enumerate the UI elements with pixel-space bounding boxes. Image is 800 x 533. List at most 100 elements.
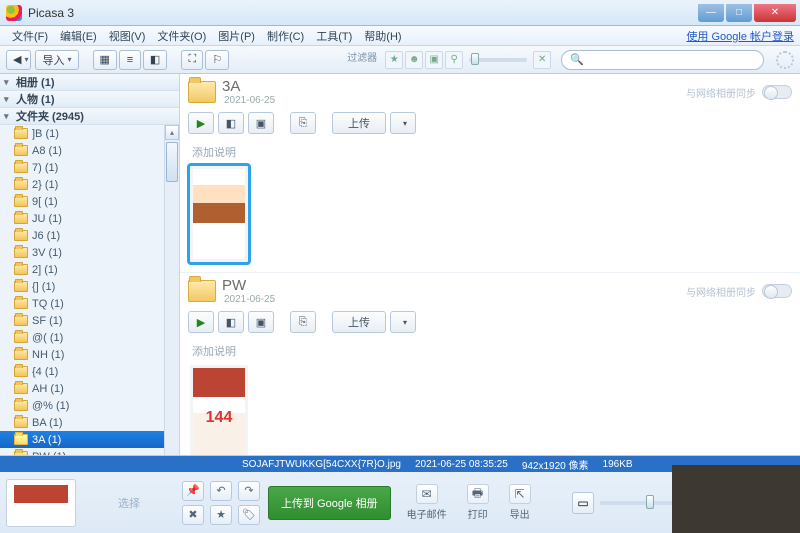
folder-label: TQ (1) [32,298,64,310]
folder-icon [188,280,216,302]
sidebar-section-folders[interactable]: ▾文件夹 (2945) [0,108,179,125]
zoom-fit-button[interactable]: ▭ [572,492,594,514]
filter-clear-button[interactable]: ✕ [533,51,551,69]
rotate-ccw-button[interactable]: ↶ [210,481,232,501]
menu-create[interactable]: 制作(C) [261,26,310,46]
folder-item[interactable]: AH (1) [0,380,164,397]
google-login-link[interactable]: 使用 Google 帐户登录 [686,28,794,44]
folder-icon [14,315,28,326]
album-description-input[interactable]: 添加说明 [192,144,792,160]
sync-toggle[interactable] [762,85,792,99]
scroll-thumb[interactable] [166,142,178,182]
view-people-button[interactable]: ⛶ [181,50,203,70]
filter-star-button[interactable]: ★ [385,51,403,69]
print-button[interactable]: 🖶打印 [467,484,489,521]
folder-item[interactable]: BA (1) [0,414,164,431]
sidebar-scrollbar[interactable]: ▴ ▾ [164,125,179,455]
close-button[interactable]: ✕ [754,4,796,22]
tag-button[interactable]: 🏷 [238,505,260,525]
maximize-button[interactable]: □ [726,4,752,22]
folder-icon [14,417,28,428]
toolbar: ◀▾ 导入▾ ▦ ≡ ◧ ⛶ ⚐ 过滤器 ★ ☻ ▣ ⚲ ✕ 🔍 [0,46,800,74]
folder-label: 9[ (1) [32,196,58,208]
sidebar-section-people[interactable]: ▾人物 (1) [0,91,179,108]
create-collage-button[interactable]: ◧ [218,311,244,333]
album-title[interactable]: PW [222,277,275,294]
folder-icon [14,128,28,139]
view-timeline-button[interactable]: ◧ [143,50,167,70]
folder-label: ]B (1) [32,128,59,140]
upload-dropdown-button[interactable]: ▾ [390,311,416,333]
photo-tray[interactable] [6,479,76,527]
upload-google-button[interactable]: 上传到 Google 相册 [268,486,391,520]
upload-button[interactable]: 上传 [332,112,386,134]
folder-icon [14,230,28,241]
clear-tray-button[interactable]: ✖ [182,505,204,525]
scroll-up-button[interactable]: ▴ [165,125,179,140]
email-button[interactable]: ✉电子邮件 [407,484,447,521]
album-title[interactable]: 3A [222,78,275,95]
folder-item[interactable]: {4 (1) [0,363,164,380]
folder-item[interactable]: 9[ (1) [0,193,164,210]
folder-icon [14,196,28,207]
folder-item[interactable]: @% (1) [0,397,164,414]
menu-file[interactable]: 文件(F) [6,26,54,46]
folder-item[interactable]: SF (1) [0,312,164,329]
create-movie-button[interactable]: ▣ [248,311,274,333]
import-button[interactable]: 导入▾ [35,50,78,70]
filter-date-slider[interactable] [469,58,527,62]
star-button[interactable]: ★ [210,505,232,525]
create-collage-button[interactable]: ◧ [218,112,244,134]
folder-item[interactable]: NH (1) [0,346,164,363]
play-slideshow-button[interactable]: ▶ [188,112,214,134]
menu-view[interactable]: 视图(V) [103,26,152,46]
menu-tools[interactable]: 工具(T) [310,26,358,46]
view-map-button[interactable]: ⚐ [205,50,229,70]
filter-geo-button[interactable]: ⚲ [445,51,463,69]
upload-dropdown-button[interactable]: ▾ [390,112,416,134]
folder-label: {] (1) [32,281,55,293]
menu-edit[interactable]: 编辑(E) [54,26,103,46]
share-button[interactable]: ⎘ [290,112,316,134]
folder-item[interactable]: TQ (1) [0,295,164,312]
folder-label: 3V (1) [32,247,62,259]
folder-item[interactable]: J6 (1) [0,227,164,244]
create-movie-button[interactable]: ▣ [248,112,274,134]
folder-item[interactable]: 7) (1) [0,159,164,176]
upload-button[interactable]: 上传 [332,311,386,333]
folder-item[interactable]: ]B (1) [0,125,164,142]
folder-icon [14,213,28,224]
menu-help[interactable]: 帮助(H) [358,26,407,46]
minimize-button[interactable]: — [698,4,724,22]
folder-item[interactable]: 3A (1) [0,431,164,448]
folder-item[interactable]: 2} (1) [0,176,164,193]
menu-picture[interactable]: 图片(P) [212,26,261,46]
filter-face-button[interactable]: ☻ [405,51,423,69]
sync-toggle[interactable] [762,284,792,298]
thumbnail[interactable] [190,166,248,262]
rotate-cw-button[interactable]: ↷ [238,481,260,501]
album-description-input[interactable]: 添加说明 [192,343,792,359]
filter-movie-button[interactable]: ▣ [425,51,443,69]
folder-item[interactable]: 2] (1) [0,261,164,278]
folder-item[interactable]: A8 (1) [0,142,164,159]
menu-folder[interactable]: 文件夹(O) [151,26,212,46]
share-button[interactable]: ⎘ [290,311,316,333]
folder-item[interactable]: @( (1) [0,329,164,346]
view-thumb-button[interactable]: ▦ [93,50,117,70]
folder-item[interactable]: PW (1) [0,448,164,455]
folder-item[interactable]: 3V (1) [0,244,164,261]
tray-select-label: 选择 [84,495,174,511]
folder-item[interactable]: JU (1) [0,210,164,227]
hold-button[interactable]: 📌 [182,481,204,501]
folder-icon [14,145,28,156]
thumbnail[interactable]: 144 [190,365,248,455]
sidebar-section-albums[interactable]: ▾相册 (1) [0,74,179,91]
play-slideshow-button[interactable]: ▶ [188,311,214,333]
search-input[interactable]: 🔍 [561,50,764,70]
export-button[interactable]: ⇱导出 [509,484,531,521]
folder-item[interactable]: {] (1) [0,278,164,295]
view-list-button[interactable]: ≡ [119,50,141,70]
back-button[interactable]: ◀▾ [6,50,31,70]
album-date: 2021-06-25 [224,95,275,106]
